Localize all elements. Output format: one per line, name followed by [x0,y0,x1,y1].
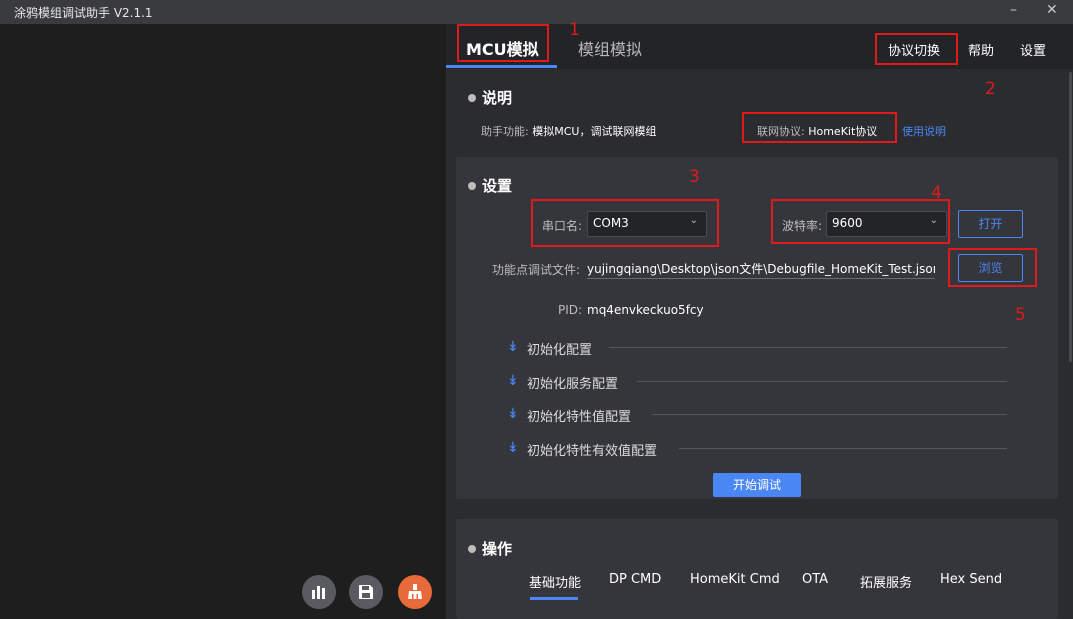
double-chevron-down-icon: ↡ [507,440,519,456]
open-port-button[interactable]: 打开 [958,210,1023,238]
statistics-button[interactable] [302,575,336,609]
expander-label: 初始化配置 [527,343,593,358]
expander-label: 初始化特性有效值配置 [527,444,658,459]
debug-file-label: 功能点调试文件: [492,263,581,277]
op-tab-dp-cmd[interactable]: DP CMD [609,572,661,587]
clear-log-button[interactable] [398,575,432,609]
annotation-box-5 [948,248,1037,287]
description-section-title: 说明 [468,87,512,108]
log-pane [0,24,446,619]
title-bar: 涂鸦模组调试助手 V2.1.1 – ✕ [0,0,1073,24]
annotation-number-1: 1 [569,20,580,40]
annotation-box-protocol [742,112,897,143]
bullet-icon [468,94,476,102]
divider [637,381,1007,382]
save-log-button[interactable] [349,575,383,609]
double-chevron-down-icon: ↡ [507,406,519,422]
bar-chart-icon [312,586,325,599]
op-tab-ota[interactable]: OTA [802,572,828,587]
window-title: 涂鸦模组调试助手 V2.1.1 [14,6,153,20]
double-chevron-down-icon: ↡ [507,373,519,389]
assistant-function-text: 助手功能: 模拟MCU，调试联网模组 [481,125,657,138]
annotation-box-1 [457,24,549,62]
annotation-box-4 [771,199,950,244]
op-tab-homekit-cmd[interactable]: HomeKit Cmd [690,572,780,587]
annotation-number-5: 5 [1015,305,1026,325]
debug-file-path-field[interactable]: yujingqiang\Desktop\json文件\Debugfile_Hom… [587,260,935,279]
annotation-box-3 [531,199,719,247]
op-tab-extended-services[interactable]: 拓展服务 [860,572,912,591]
minimize-button[interactable]: – [1010,2,1017,18]
operations-section-title: 操作 [468,538,512,559]
expander-label: 初始化服务配置 [527,377,619,392]
divider [609,347,1007,348]
usage-instructions-link[interactable]: 使用说明 [902,123,946,139]
active-op-tab-indicator [530,597,578,600]
annotation-number-3: 3 [689,167,700,187]
tab-module-simulation[interactable]: 模组模拟 [578,36,642,60]
scrollbar-thumb[interactable] [1069,72,1072,362]
bullet-icon [468,545,476,553]
divider [679,448,1007,449]
close-button[interactable]: ✕ [1046,2,1058,18]
start-debug-button[interactable]: 开始调试 [713,473,801,497]
pid-label: PID: [558,303,583,317]
op-tab-hex-send[interactable]: Hex Send [940,572,1002,587]
init-characteristic-valid-config-expander[interactable]: ↡ 初始化特性有效值配置 [507,438,1007,459]
active-tab-indicator [446,65,557,68]
double-chevron-down-icon: ↡ [507,339,519,355]
annotation-number-2: 2 [985,79,996,99]
pid-value: mq4envkeckuo5fcy [587,303,704,317]
operations-card [456,519,1058,619]
settings-section-title: 设置 [468,175,512,196]
broom-icon [408,584,422,599]
bullet-icon [468,182,476,190]
settings-menu[interactable]: 设置 [1020,40,1046,59]
init-service-config-expander[interactable]: ↡ 初始化服务配置 [507,371,1007,392]
init-config-expander[interactable]: ↡ 初始化配置 [507,337,1007,358]
divider [652,414,1007,415]
init-characteristic-config-expander[interactable]: ↡ 初始化特性值配置 [507,404,1007,425]
save-icon [359,585,373,599]
annotation-number-4: 4 [931,183,942,203]
expander-label: 初始化特性值配置 [527,410,632,425]
op-tab-basic-functions[interactable]: 基础功能 [529,572,581,591]
annotation-box-2 [875,33,958,65]
help-menu[interactable]: 帮助 [968,40,994,59]
